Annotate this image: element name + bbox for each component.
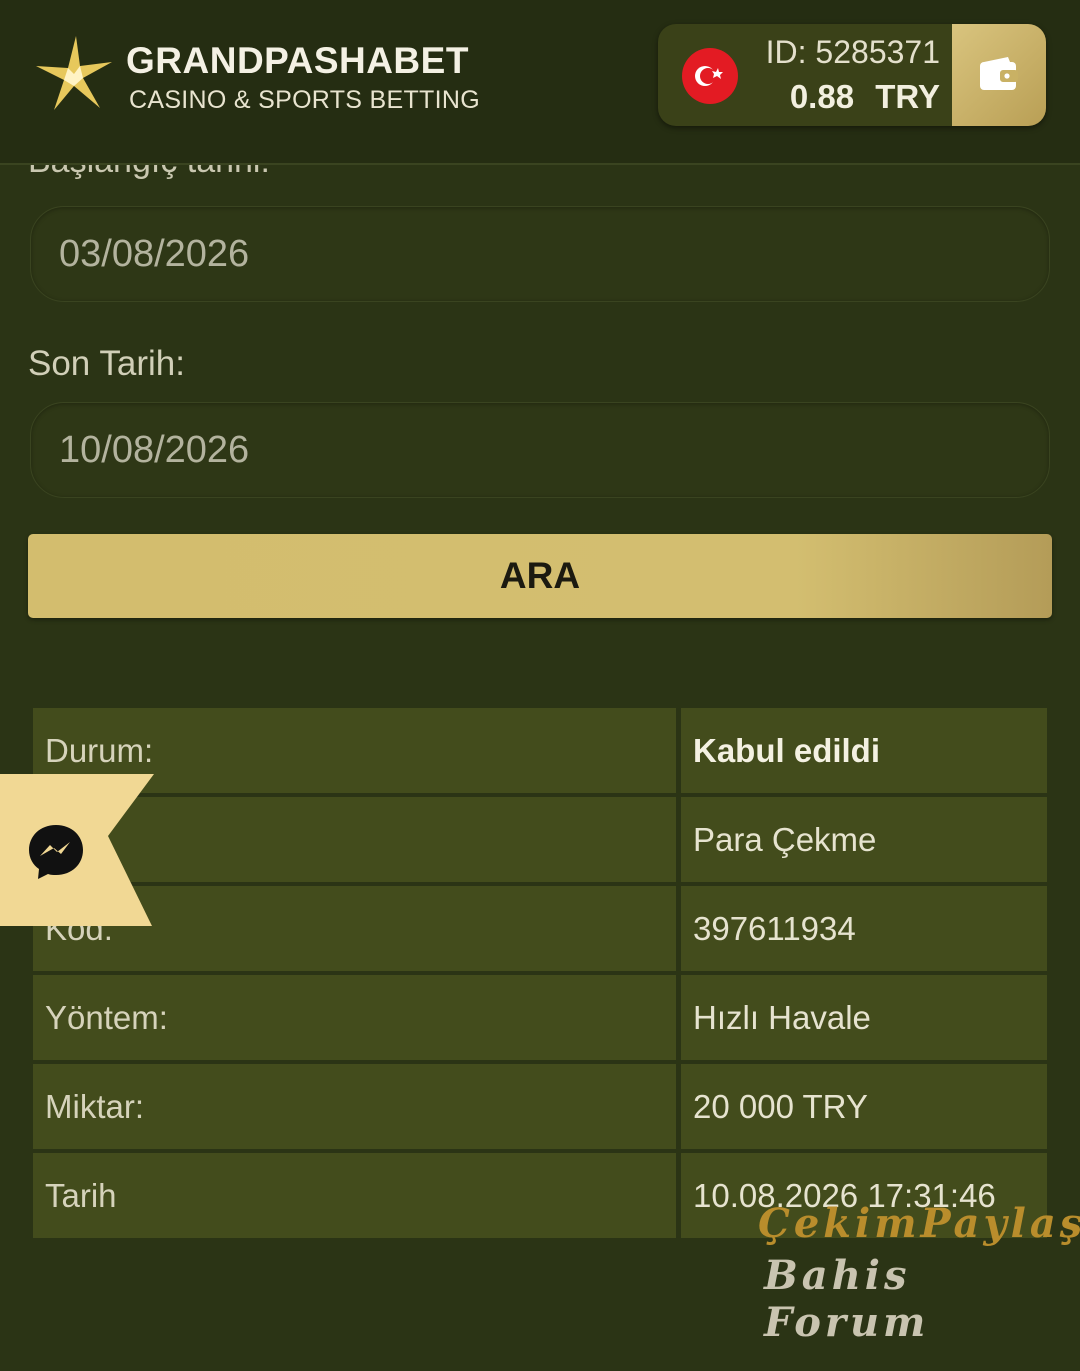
table-row: Tür: Para Çekme [33, 797, 1047, 882]
account-panel[interactable]: ID: 5285371 0.88 TRY [658, 24, 1046, 126]
table-row: Yöntem: Hızlı Havale [33, 975, 1047, 1060]
search-button-label: ARA [499, 555, 581, 596]
site-header: GRANDPASHABET CASINO & SPORTS BETTING ID… [0, 0, 1080, 165]
wallet-button[interactable] [952, 24, 1046, 126]
star-logo-icon [36, 36, 112, 110]
table-row: Kod: 397611934 [33, 886, 1047, 971]
row-value: Hızlı Havale [681, 975, 1047, 1060]
watermark-line1: ÇekimPaylaş [758, 1200, 1080, 1247]
start-date-value: 03/08/2026 [59, 233, 250, 275]
end-date-input[interactable]: 10/08/2026 [30, 402, 1050, 498]
row-key: Tarih [33, 1153, 676, 1238]
row-key: Yöntem: [33, 975, 676, 1060]
status-value: Kabul edildi [681, 708, 1047, 793]
table-row: Durum: Kabul edildi [33, 708, 1047, 793]
messenger-icon[interactable] [26, 822, 86, 882]
row-value: 397611934 [681, 886, 1047, 971]
search-button[interactable]: ARA [28, 534, 1052, 618]
account-balance: 0.88 TRY [789, 78, 940, 115]
row-key: Miktar: [33, 1064, 676, 1149]
account-id: ID: 5285371 [765, 34, 940, 70]
brand-name: GRANDPASHABET [126, 40, 469, 81]
table-row: Miktar: 20 000 TRY [33, 1064, 1047, 1149]
watermark-line2: Bahis Forum [764, 1252, 930, 1346]
brand-tagline: CASINO & SPORTS BETTING [129, 86, 480, 114]
wallet-icon [980, 57, 1018, 90]
row-value: 20 000 TRY [681, 1064, 1047, 1149]
turkey-flag-icon [682, 48, 738, 104]
page-content: Başlangıç tarihi: 03/08/2026 Son Tarih: … [0, 0, 1080, 1371]
row-value: Para Çekme [681, 797, 1047, 882]
end-date-label: Son Tarih: [28, 344, 185, 383]
start-date-input[interactable]: 03/08/2026 [30, 206, 1050, 302]
end-date-value: 10/08/2026 [59, 429, 250, 471]
